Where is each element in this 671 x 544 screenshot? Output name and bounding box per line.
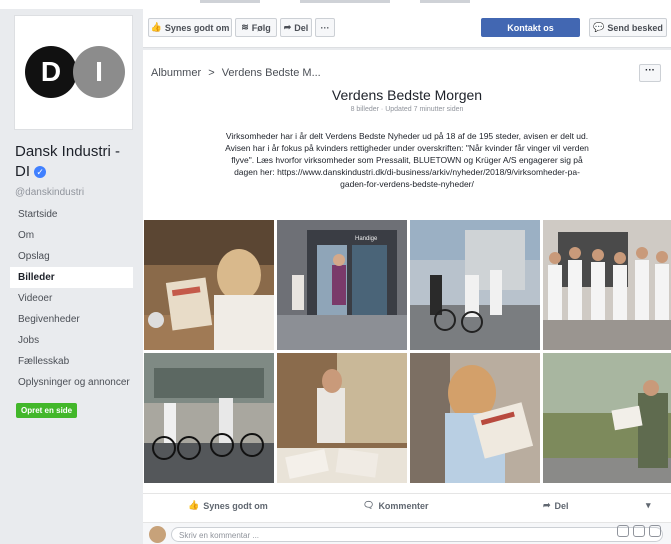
comment-row: Skriv en kommentar ... bbox=[143, 522, 671, 544]
create-page-button[interactable]: Opret en side bbox=[16, 403, 78, 418]
page-action-bar: 👍 Synes godt om ≋ Følg ➦ Del ··· Kontakt… bbox=[143, 9, 671, 48]
photo-image bbox=[543, 353, 671, 483]
album-panel: Albummer > Verdens Bedste M... ··· Verde… bbox=[143, 50, 671, 544]
rss-icon: ≋ bbox=[241, 22, 249, 32]
top-hint bbox=[200, 0, 260, 3]
share-action[interactable]: ➦ Del bbox=[543, 500, 569, 511]
emoji-icon[interactable] bbox=[617, 525, 629, 537]
photo-image bbox=[410, 220, 540, 350]
sidebar-item-opslag[interactable]: Opslag bbox=[10, 246, 133, 267]
top-hint bbox=[300, 0, 390, 3]
comment-bubble-icon: 🗨 bbox=[363, 500, 375, 510]
send-message-label: Send besked bbox=[607, 22, 663, 33]
photo-image bbox=[543, 220, 671, 350]
camera-icon[interactable] bbox=[633, 525, 645, 537]
chevron-down-icon: ▾ bbox=[646, 500, 651, 510]
sidebar: D I Dansk Industri - DI ✓ @danskindustri… bbox=[0, 9, 143, 543]
album-more-button[interactable]: ··· bbox=[639, 64, 661, 82]
photo-image bbox=[144, 220, 274, 350]
photo-woman-reading-cafe[interactable] bbox=[144, 220, 274, 350]
share-action-label: Del bbox=[554, 500, 569, 511]
contact-us-button[interactable]: Kontakt os bbox=[481, 18, 580, 37]
photo-woman-reading-newspaper[interactable] bbox=[410, 353, 540, 483]
page-name-text[interactable]: Dansk Industri - DI bbox=[15, 143, 120, 180]
sidebar-item-faellesskab[interactable]: Fællesskab bbox=[10, 351, 133, 372]
sidebar-item-billeder[interactable]: Billeder bbox=[10, 267, 133, 288]
sidebar-item-jobs[interactable]: Jobs bbox=[10, 330, 133, 351]
breadcrumb-albums[interactable]: Albummer bbox=[151, 67, 201, 79]
thumbs-up-icon: 👍 bbox=[188, 500, 200, 510]
photo-image: Handige bbox=[277, 220, 407, 350]
sidebar-item-begivenheder[interactable]: Begivenheder bbox=[10, 309, 133, 330]
comment-tools bbox=[617, 525, 661, 537]
photo-image bbox=[144, 353, 274, 483]
comment-input[interactable]: Skriv en kommentar ... bbox=[171, 527, 663, 542]
like-action[interactable]: 👍 Synes godt om bbox=[188, 500, 268, 511]
breadcrumb-separator: > bbox=[208, 67, 215, 79]
verified-icon: ✓ bbox=[34, 166, 47, 179]
photo-woman-newspapers[interactable] bbox=[277, 353, 407, 483]
sidebar-item-startside[interactable]: Startside bbox=[10, 204, 133, 225]
share-page-label: Del bbox=[294, 22, 309, 33]
photo-street-cyclists[interactable] bbox=[410, 220, 540, 350]
follow-label: Følg bbox=[251, 22, 271, 33]
top-strip bbox=[0, 0, 671, 9]
sidebar-item-om[interactable]: Om bbox=[10, 225, 133, 246]
more-options-button[interactable]: ··· bbox=[315, 18, 335, 37]
logo-i: I bbox=[73, 46, 125, 98]
comment-action[interactable]: 🗨 Kommenter bbox=[363, 500, 428, 511]
messenger-icon: 💬 bbox=[593, 22, 605, 32]
comment-action-label: Kommenter bbox=[378, 500, 429, 511]
send-message-button[interactable]: 💬 Send besked bbox=[589, 18, 667, 37]
profile-picture[interactable]: D I bbox=[14, 15, 133, 130]
reaction-selector[interactable]: ▾ bbox=[646, 500, 651, 511]
page-name[interactable]: Dansk Industri - DI ✓ bbox=[15, 142, 135, 182]
avatar bbox=[149, 526, 166, 543]
breadcrumb-current: Verdens Bedste M... bbox=[221, 67, 321, 79]
photo-shop-entrance[interactable]: Handige bbox=[277, 220, 407, 350]
album-title: Verdens Bedste Morgen bbox=[331, 87, 483, 103]
shop-sign-text: Handige bbox=[355, 236, 378, 242]
photo-man-reading-outdoors[interactable] bbox=[543, 353, 671, 483]
logo-d: D bbox=[25, 46, 77, 98]
like-page-button[interactable]: 👍 Synes godt om bbox=[148, 18, 232, 37]
thumbs-up-icon: 👍 bbox=[150, 22, 162, 32]
breadcrumb: Albummer > Verdens Bedste M... bbox=[151, 67, 321, 79]
sidebar-nav: Startside Om Opslag Billeder Videoer Beg… bbox=[10, 204, 133, 393]
photo-image bbox=[410, 353, 540, 483]
sidebar-item-oplysninger[interactable]: Oplysninger og annoncer bbox=[10, 372, 133, 393]
share-page-button[interactable]: ➦ Del bbox=[280, 18, 312, 37]
like-page-label: Synes godt om bbox=[164, 22, 230, 33]
reaction-bar: 👍 Synes godt om 🗨 Kommenter ➦ Del ▾ bbox=[143, 493, 671, 520]
share-arrow-icon: ➦ bbox=[283, 22, 292, 32]
top-hint bbox=[420, 0, 470, 3]
follow-button[interactable]: ≋ Følg bbox=[235, 18, 277, 37]
share-arrow-icon: ➦ bbox=[543, 500, 551, 510]
gif-icon[interactable] bbox=[649, 525, 661, 537]
album-description: Virksomheder har i år delt Verdens Bedst… bbox=[225, 131, 589, 189]
photo-group-white-shirts[interactable] bbox=[543, 220, 671, 350]
photo-cyclists-road[interactable] bbox=[144, 353, 274, 483]
page-handle: @danskindustri bbox=[15, 187, 85, 198]
photo-image bbox=[277, 353, 407, 483]
album-meta: 8 billeder · Updated 7 minutter siden bbox=[350, 106, 464, 113]
sidebar-item-videoer[interactable]: Videoer bbox=[10, 288, 133, 309]
like-action-label: Synes godt om bbox=[203, 500, 268, 511]
